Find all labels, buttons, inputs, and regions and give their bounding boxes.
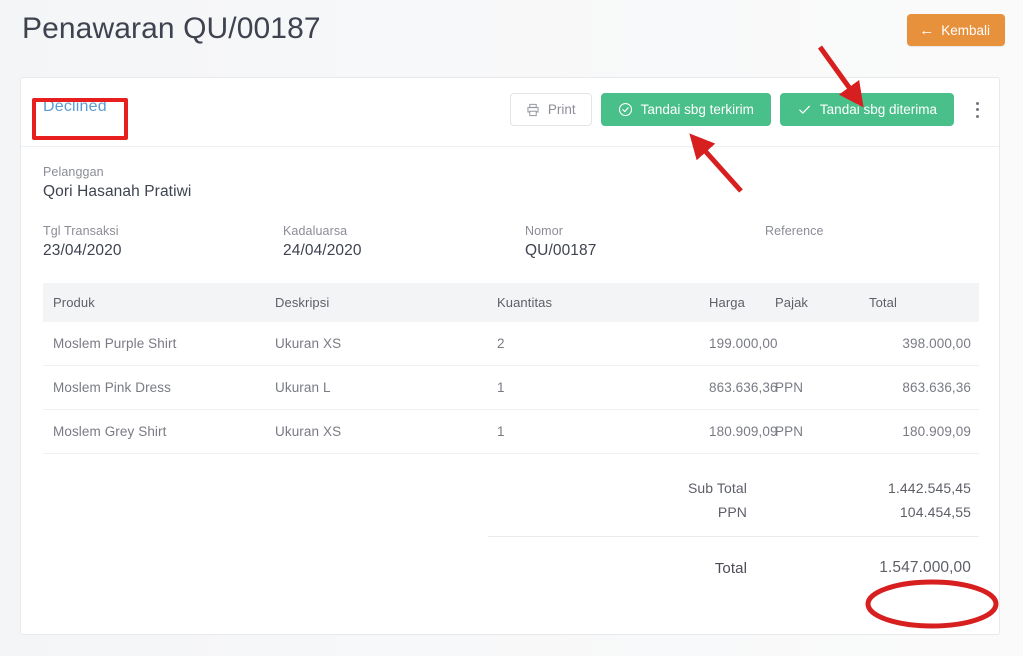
totals-section: Sub Total 1.442.545,45 PPN 104.454,55 To…	[443, 476, 979, 581]
cell-deskripsi: Ukuran XS	[275, 410, 497, 454]
table-body: Moslem Purple Shirt Ukuran XS 2 199.000,…	[43, 322, 979, 454]
page-title: Penawaran QU/00187	[22, 12, 321, 46]
cell-harga: 863.636,36	[709, 366, 761, 410]
number-field: Nomor QU/00187	[525, 224, 765, 261]
toolbar-actions: Print Tandai sbg terkirim	[510, 93, 989, 126]
reference-value	[765, 242, 965, 261]
cell-harga: 180.909,09	[709, 410, 761, 454]
transaction-date-field: Tgl Transaksi 23/04/2020	[43, 224, 283, 261]
table-row: Moslem Pink Dress Ukuran L 1 863.636,36 …	[43, 366, 979, 410]
grand-total-value: 1.547.000,00	[751, 559, 979, 577]
column-header-harga: Harga	[709, 283, 761, 322]
kebab-dot	[976, 115, 979, 118]
number-label: Nomor	[525, 224, 765, 238]
line-items-table: Produk Deskripsi Kuantitas Harga Pajak T…	[43, 283, 979, 454]
expiry-date-value: 24/04/2020	[283, 242, 525, 261]
column-header-produk: Produk	[43, 283, 275, 322]
cell-kuantitas: 2	[497, 322, 709, 366]
grand-total-label: Total	[451, 560, 751, 577]
kebab-dot	[976, 102, 979, 105]
cell-kuantitas: 1	[497, 410, 709, 454]
expiry-date-field: Kadaluarsa 24/04/2020	[283, 224, 525, 261]
print-button-label: Print	[548, 102, 576, 117]
quotation-card: Declined Print	[20, 77, 1000, 635]
back-button[interactable]: ← Kembali	[907, 14, 1005, 46]
table-row: Moslem Purple Shirt Ukuran XS 2 199.000,…	[43, 322, 979, 366]
cell-total: 863.636,36	[869, 366, 979, 410]
column-header-total: Total	[869, 283, 979, 322]
tax-row: PPN 104.454,55	[443, 500, 979, 524]
kebab-dot	[976, 108, 979, 111]
table-row: Moslem Grey Shirt Ukuran XS 1 180.909,09…	[43, 410, 979, 454]
subtotal-label: Sub Total	[451, 480, 751, 496]
cell-pajak: PPN	[761, 366, 869, 410]
customer-value: Qori Hasanah Pratiwi	[43, 183, 977, 202]
cell-harga: 199.000,00	[709, 322, 761, 366]
kebab-menu-icon[interactable]	[965, 95, 989, 125]
meta-row: Tgl Transaksi 23/04/2020 Kadaluarsa 24/0…	[43, 224, 977, 261]
totals-divider	[488, 536, 979, 537]
column-header-kuantitas: Kuantitas	[497, 283, 709, 322]
back-button-label: Kembali	[941, 23, 990, 38]
reference-label: Reference	[765, 224, 965, 238]
subtotal-row: Sub Total 1.442.545,45	[443, 476, 979, 500]
quotation-detail-page: Penawaran QU/00187 ← Kembali Declined	[0, 0, 1023, 656]
grand-total-row: Total 1.547.000,00	[443, 555, 979, 581]
print-button[interactable]: Print	[510, 93, 592, 126]
subtotal-value: 1.442.545,45	[751, 480, 979, 496]
column-header-pajak: Pajak	[761, 283, 869, 322]
transaction-date-value: 23/04/2020	[43, 242, 283, 261]
check-icon	[797, 102, 812, 117]
number-value: QU/00187	[525, 242, 765, 261]
status-badge: Declined	[43, 98, 107, 116]
transaction-date-label: Tgl Transaksi	[43, 224, 283, 238]
table-header-row: Produk Deskripsi Kuantitas Harga Pajak T…	[43, 283, 979, 322]
cell-total: 398.000,00	[869, 322, 979, 366]
mark-as-sent-label: Tandai sbg terkirim	[641, 102, 754, 117]
cell-deskripsi: Ukuran XS	[275, 322, 497, 366]
card-body: Pelanggan Qori Hasanah Pratiwi Tgl Trans…	[21, 147, 999, 581]
page-header: Penawaran QU/00187 ← Kembali	[0, 0, 1023, 72]
table-header: Produk Deskripsi Kuantitas Harga Pajak T…	[43, 283, 979, 322]
cell-deskripsi: Ukuran L	[275, 366, 497, 410]
column-header-deskripsi: Deskripsi	[275, 283, 497, 322]
cell-produk: Moslem Purple Shirt	[43, 322, 275, 366]
cell-total: 180.909,09	[869, 410, 979, 454]
cell-kuantitas: 1	[497, 366, 709, 410]
printer-icon	[526, 103, 540, 117]
arrow-left-icon: ←	[919, 23, 934, 38]
card-toolbar: Declined Print	[21, 78, 999, 147]
check-circle-icon	[618, 102, 633, 117]
reference-field: Reference	[765, 224, 965, 261]
customer-label: Pelanggan	[43, 165, 977, 179]
mark-as-received-label: Tandai sbg diterima	[820, 102, 937, 117]
mark-as-received-button[interactable]: Tandai sbg diterima	[780, 93, 954, 126]
tax-label: PPN	[451, 504, 751, 520]
customer-block: Pelanggan Qori Hasanah Pratiwi	[43, 165, 977, 202]
expiry-date-label: Kadaluarsa	[283, 224, 525, 238]
cell-pajak: PPN	[761, 410, 869, 454]
cell-produk: Moslem Pink Dress	[43, 366, 275, 410]
mark-as-sent-button[interactable]: Tandai sbg terkirim	[601, 93, 771, 126]
tax-value: 104.454,55	[751, 504, 979, 520]
cell-produk: Moslem Grey Shirt	[43, 410, 275, 454]
